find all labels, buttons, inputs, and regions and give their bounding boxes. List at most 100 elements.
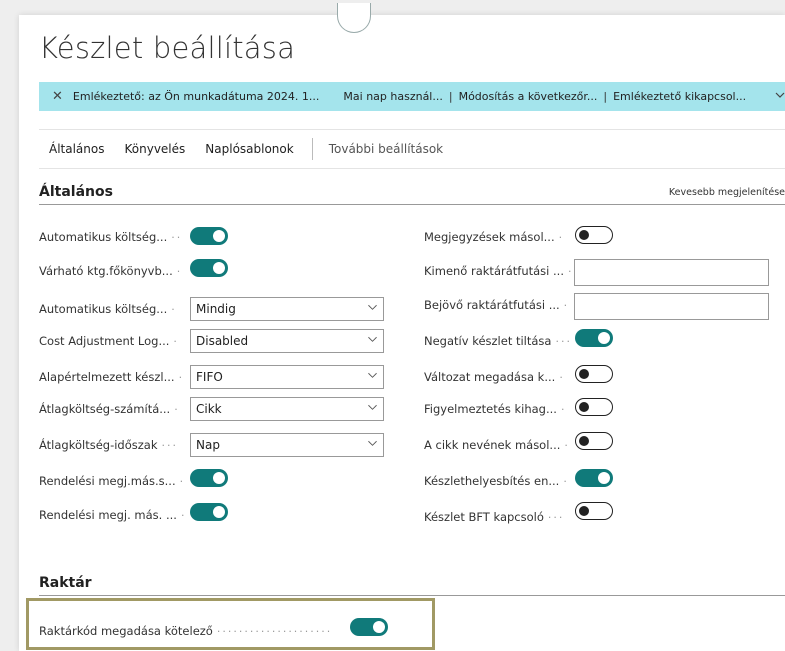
dot-leader: ··· (161, 438, 178, 452)
separator: | (448, 90, 453, 103)
highlight-box (26, 598, 435, 650)
field-label: Automatikus költség... (39, 302, 168, 316)
field-label: Negatív készlet tiltása (424, 334, 552, 348)
field-label: Kimenő raktárátfutási ... (424, 264, 564, 278)
dot-leader: · (563, 298, 570, 312)
field-label: Automatikus költség... (39, 230, 168, 244)
toggle-inventory-bft-switch[interactable] (575, 502, 613, 520)
dot-leader: ·· (171, 230, 183, 244)
input-inbound-whse-handling[interactable] (574, 293, 769, 320)
top-handle (337, 3, 371, 33)
field-label: Bejövő raktárátfutási ... (424, 298, 560, 312)
select-value: Mindig (196, 302, 236, 316)
notification-bar: ✕ Emlékeztető: az Ön munkadátuma 2024. 1… (39, 82, 785, 111)
field-avg-cost-calc-type: Átlagköltség-számítá... · (39, 397, 199, 421)
field-inventory-bft-switch: Készlet BFT kapcsoló ··· (424, 505, 574, 529)
field-label: A cikk nevének másol... (424, 438, 561, 452)
dot-leader: ··· (547, 510, 565, 524)
chevron-down-icon (368, 336, 377, 342)
select-value: Disabled (196, 334, 249, 348)
field-order-comment-copy-1: Rendelési megj.más.s... · (39, 469, 199, 493)
field-inventory-adjustment-enabled: Készlethelyesbítés en... · (424, 469, 574, 493)
page-card: Készlet beállítása ✕ Emlékeztető: az Ön … (19, 3, 785, 651)
tab-altalanos[interactable]: Általános (49, 142, 105, 156)
action-bar: Általános Könyvelés Naplósablonok Tovább… (39, 129, 785, 169)
section-title-warehouse[interactable]: Raktár (39, 575, 92, 595)
chevron-down-icon (368, 440, 377, 446)
chevron-down-icon (368, 404, 377, 410)
close-icon[interactable]: ✕ (52, 89, 63, 104)
notification-action-disable[interactable]: Emlékeztető kikapcsol... (613, 90, 746, 103)
field-inbound-whse-handling: Bejövő raktárátfutási ... · (424, 293, 574, 317)
field-label: Rendelési megj.más.s... (39, 474, 176, 488)
dot-leader: · (560, 402, 567, 416)
dot-leader: ··· (555, 334, 572, 348)
field-label: Figyelmeztetés kihag... (424, 402, 557, 416)
select-default-costing-method[interactable]: FIFO (190, 365, 384, 389)
notification-action-use-today[interactable]: Mai nap használ... (343, 90, 442, 103)
toggle-order-comment-copy-1[interactable] (190, 469, 228, 487)
field-cost-adjustment-log: Cost Adjustment Log... · (39, 329, 199, 353)
chevron-down-icon (368, 372, 377, 378)
field-copy-item-name: A cikk nevének másol... · (424, 433, 574, 457)
field-label: Változat megadása k... (424, 370, 556, 384)
dot-leader: · (567, 264, 574, 278)
field-variant-mandatory: Változat megadása k... · (424, 365, 574, 389)
dot-leader: · (564, 438, 570, 452)
dot-leader: · (173, 334, 179, 348)
field-auto-cost-adjustment: Automatikus költség... · (39, 297, 199, 321)
field-label: Átlagköltség-időszak (39, 438, 158, 452)
dot-leader: · (171, 302, 177, 316)
dot-leader: · (558, 230, 565, 244)
field-label: Alapértelmezett készl... (39, 370, 175, 384)
toggle-variant-mandatory[interactable] (575, 365, 613, 383)
field-label: Rendelési megj. más. ... (39, 508, 177, 522)
select-value: FIFO (196, 370, 223, 384)
toggle-auto-cost-posting[interactable] (190, 227, 228, 245)
toggle-inventory-adjustment-enabled[interactable] (575, 469, 613, 487)
select-auto-cost-adjustment[interactable]: Mindig (190, 297, 384, 321)
notification-message: Emlékeztető: az Ön munkadátuma 2024. 1..… (72, 90, 320, 103)
select-cost-adjustment-log[interactable]: Disabled (190, 329, 384, 353)
section-title-general[interactable]: Általános (39, 184, 113, 204)
field-avg-cost-period: Átlagköltség-időszak ··· (39, 433, 199, 457)
field-label: Készlet BFT kapcsoló (424, 510, 544, 524)
select-value: Nap (196, 438, 220, 452)
more-settings-link[interactable]: További beállítások (329, 142, 443, 156)
dot-leader: · (174, 402, 180, 416)
chevron-down-icon[interactable] (775, 90, 785, 103)
toggle-copy-item-name[interactable] (575, 432, 613, 450)
field-label: Megjegyzések másol... (424, 230, 555, 244)
section-header-warehouse: Raktár (39, 575, 785, 596)
dot-leader: · (559, 370, 565, 384)
toggle-expected-cost-posting[interactable] (190, 259, 228, 277)
dot-leader: · (180, 508, 187, 522)
field-label: Átlagköltség-számítá... (39, 402, 171, 416)
toggle-copy-comments[interactable] (575, 226, 613, 244)
toggle-skip-warning[interactable] (575, 398, 613, 416)
input-outbound-whse-handling[interactable] (574, 259, 769, 286)
page-title: Készlet beállítása (39, 31, 296, 65)
toggle-prevent-negative-inventory[interactable] (575, 329, 613, 347)
field-label: Készlethelyesbítés en... (424, 474, 560, 488)
divider (311, 138, 313, 160)
field-default-costing-method: Alapértelmezett készl... · (39, 365, 199, 389)
field-label: Cost Adjustment Log... (39, 334, 170, 348)
dot-leader: · (563, 474, 569, 488)
chevron-down-icon (368, 304, 377, 310)
field-expected-cost-posting: Várható ktg.főkönyvb... · (39, 259, 199, 283)
field-order-comment-copy-2: Rendelési megj. más. ... · (39, 503, 199, 527)
field-copy-comments: Megjegyzések másol... · (424, 225, 574, 249)
select-avg-cost-calc-type[interactable]: Cikk (190, 397, 384, 421)
dot-leader: · (179, 474, 186, 488)
separator: | (603, 90, 608, 103)
tab-konyveles[interactable]: Könyvelés (125, 142, 186, 156)
toggle-order-comment-copy-2[interactable] (190, 503, 228, 521)
tab-naplosablonok[interactable]: Naplósablonok (205, 142, 293, 156)
field-skip-warning: Figyelmeztetés kihag... · (424, 397, 574, 421)
field-prevent-negative-inventory: Negatív készlet tiltása ··· (424, 329, 574, 353)
select-avg-cost-period[interactable]: Nap (190, 433, 384, 457)
notification-action-change[interactable]: Módosítás a következőr... (459, 90, 598, 103)
field-outbound-whse-handling: Kimenő raktárátfutási ... · (424, 259, 574, 283)
show-less-link[interactable]: Kevesebb megjelenítése (669, 187, 785, 204)
